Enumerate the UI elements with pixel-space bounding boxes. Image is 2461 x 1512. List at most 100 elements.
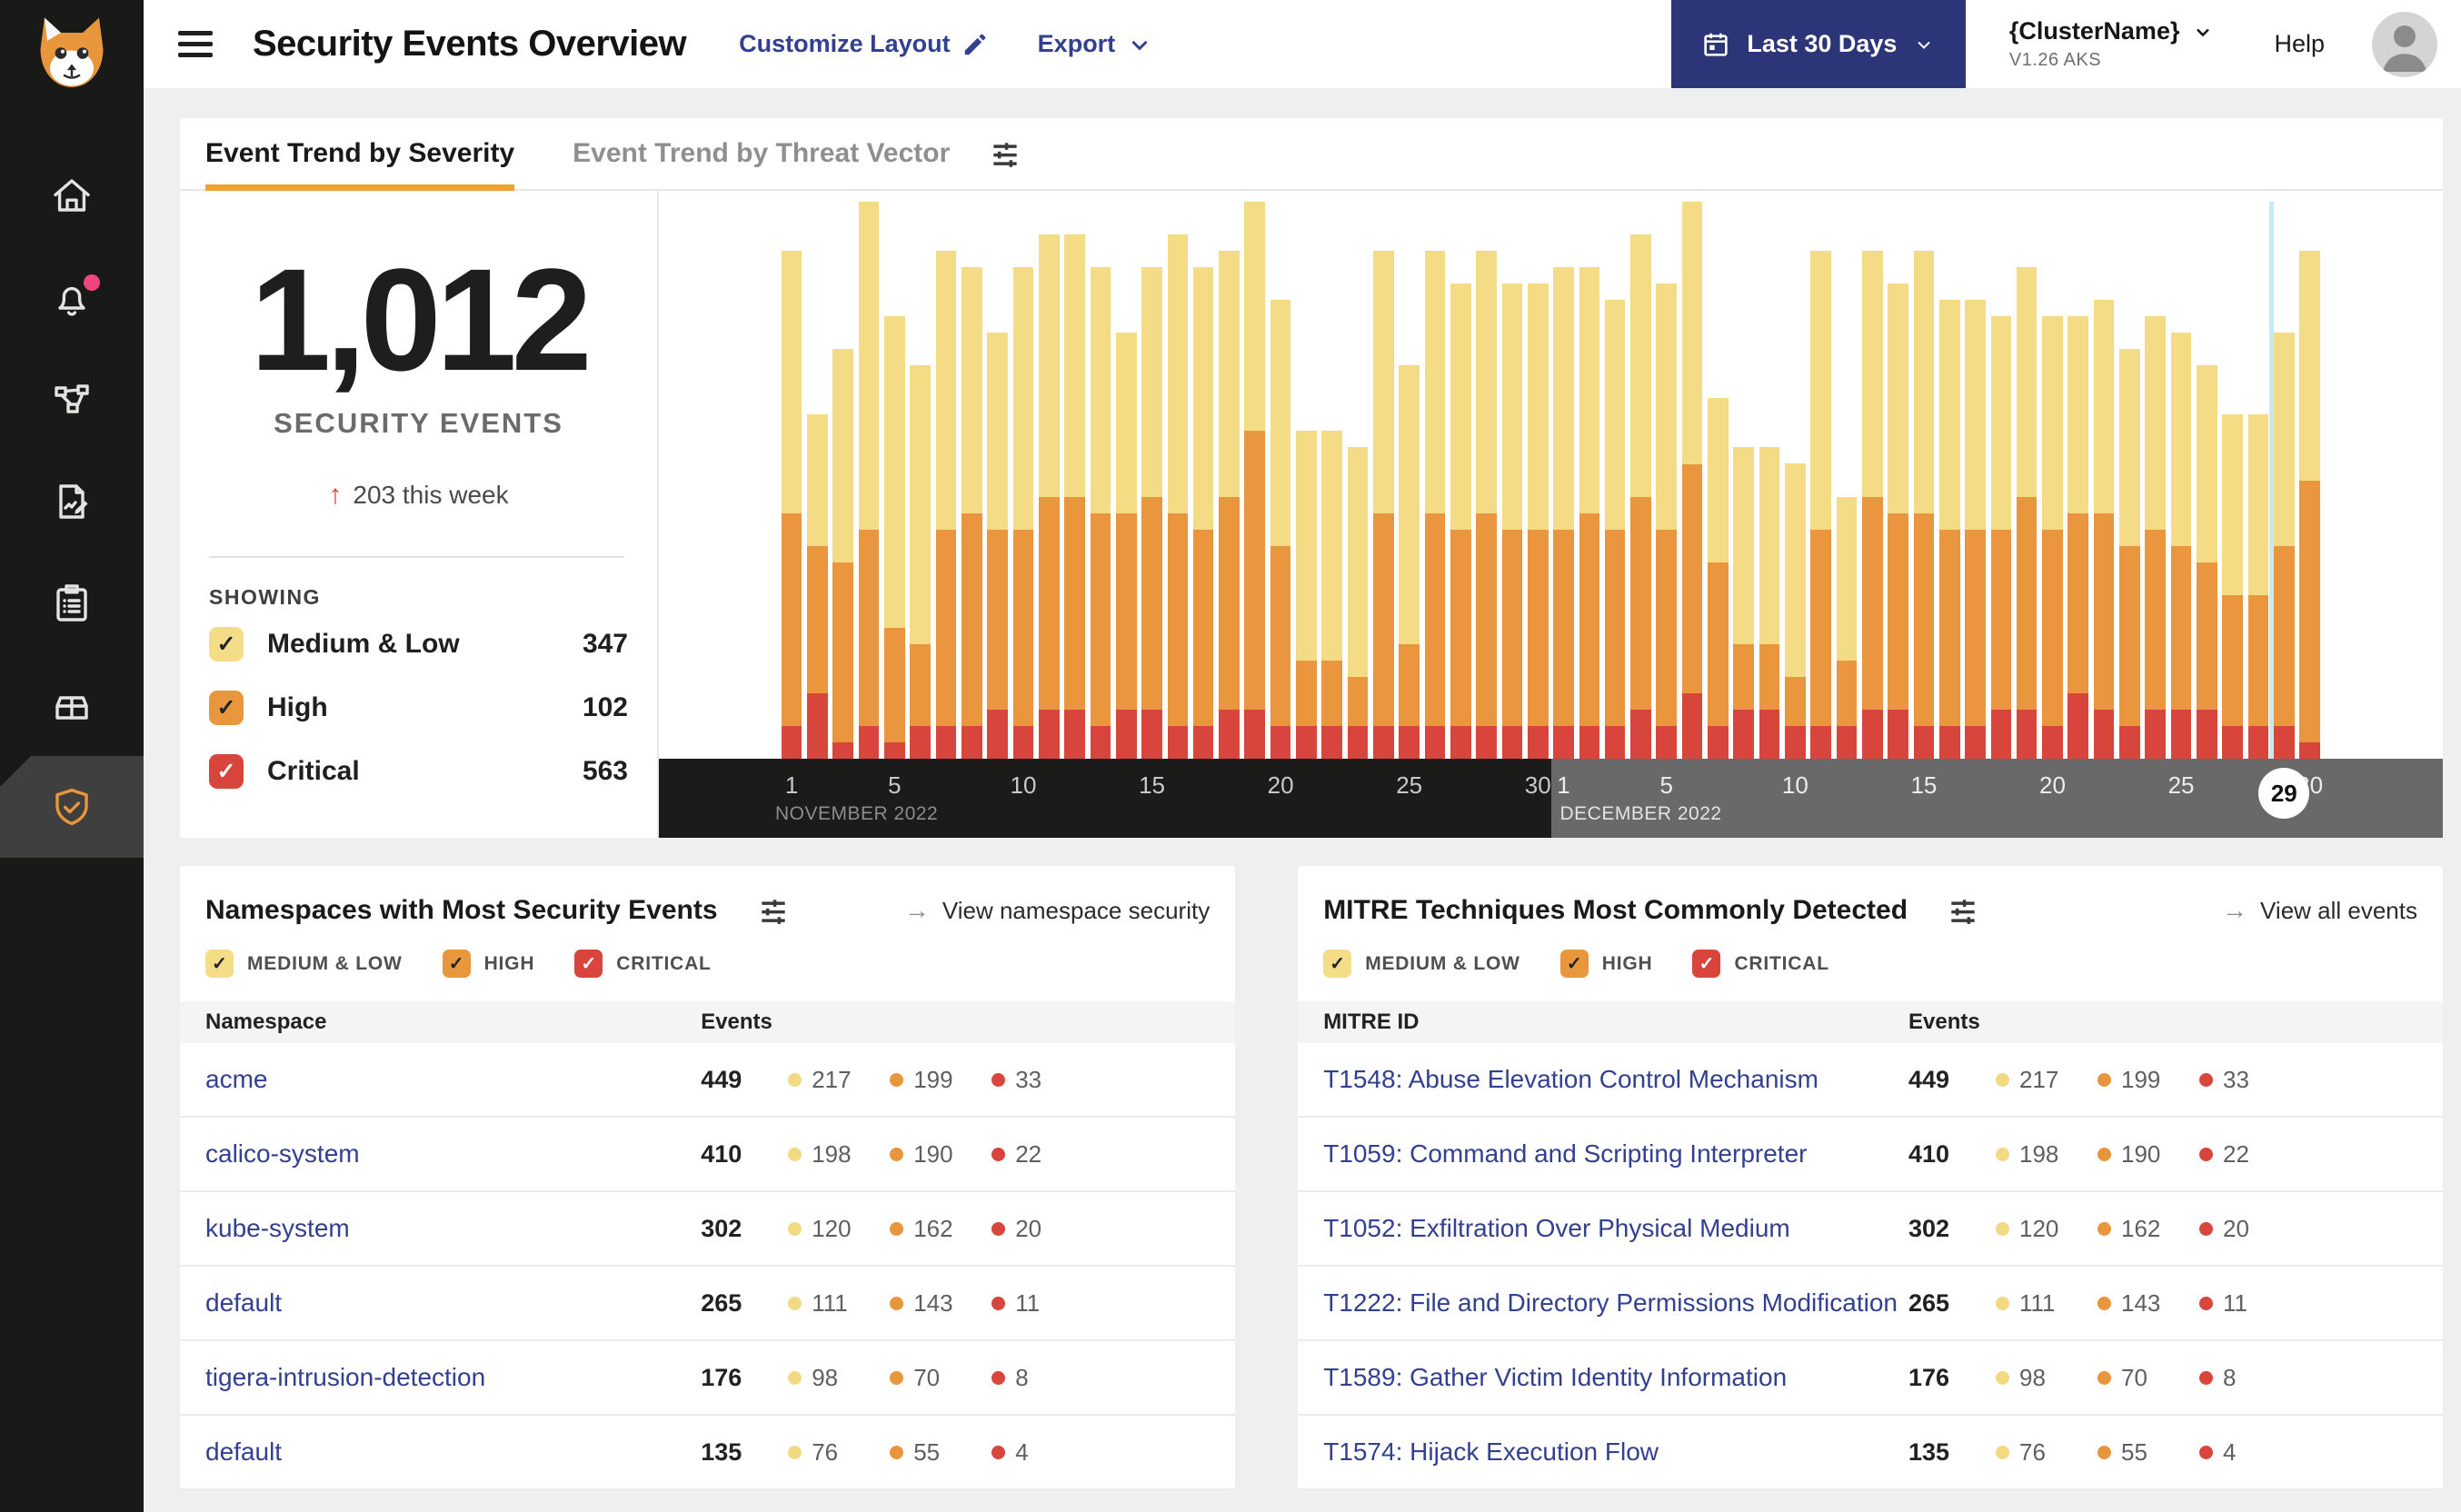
severity-chip[interactable]: ✓ HIGH [442,950,535,978]
chart-bar[interactable] [2066,202,2091,759]
chart-bar[interactable] [1422,202,1448,759]
chart-bar[interactable] [1834,202,1859,759]
sidebar-item-logs[interactable] [0,552,144,654]
severity-checkbox[interactable]: ✓ [209,691,244,725]
chart-bar[interactable] [2014,202,2039,759]
chart-bar[interactable] [1345,202,1370,759]
row-link[interactable]: acme [205,1065,701,1094]
chart-bar[interactable] [1113,202,1139,759]
chart-bar[interactable] [1500,202,1525,759]
chart-bar[interactable] [1216,202,1241,759]
severity-chip-checkbox[interactable]: ✓ [1323,950,1352,978]
chart-bar[interactable] [1731,202,1757,759]
row-link[interactable]: tigera-intrusion-detection [205,1363,701,1392]
row-link[interactable]: default [205,1437,701,1467]
help-link[interactable]: Help [2274,30,2325,58]
tab-event-trend-by-threat-vector[interactable]: Event Trend by Threat Vector [573,118,950,189]
severity-chip[interactable]: ✓ CRITICAL [1692,950,1828,978]
chart-bar[interactable] [1370,202,1396,759]
chart-bar[interactable] [2117,202,2142,759]
filter-sliders-icon[interactable] [756,893,791,928]
chart-bar[interactable] [1782,202,1808,759]
chart-bar[interactable] [1988,202,2014,759]
chart-bar[interactable] [1757,202,1782,759]
chart-bar[interactable] [1550,202,1576,759]
view-all-events-link[interactable]: → View all events [2222,896,2417,925]
chart-bar[interactable] [2271,202,2297,759]
date-range-button[interactable]: Last 30 Days [1670,0,1966,88]
chart-bar[interactable] [985,202,1011,759]
row-link[interactable]: T1589: Gather Victim Identity Informatio… [1323,1363,1908,1392]
chart-bar[interactable] [856,201,882,759]
chart-bar[interactable] [1962,202,1988,759]
export-button[interactable]: Export [1038,30,1154,58]
chart-bar[interactable] [1602,202,1628,759]
severity-chip[interactable]: ✓ MEDIUM & LOW [1323,950,1520,978]
cluster-selector[interactable]: {ClusterName} V1.26 AKS [2009,17,2215,71]
chart-bar[interactable] [1293,202,1319,759]
chart-bar[interactable] [1088,202,1113,759]
severity-chip[interactable]: ✓ CRITICAL [574,950,711,978]
row-link[interactable]: T1548: Abuse Elevation Control Mechanism [1323,1065,1908,1094]
tab-event-trend-by-severity[interactable]: Event Trend by Severity [205,118,515,191]
severity-chip-checkbox[interactable]: ✓ [1692,950,1721,978]
chart-bar[interactable] [1859,202,1885,759]
chart-bar[interactable] [1705,202,1730,759]
row-link[interactable]: T1222: File and Directory Permissions Mo… [1323,1288,1908,1318]
chart-bar[interactable] [1628,202,1653,759]
chart-bar[interactable] [1525,202,1550,759]
menu-toggle-icon[interactable] [178,25,213,64]
severity-chip-checkbox[interactable]: ✓ [442,950,471,978]
chart-bar[interactable] [2220,202,2246,759]
chart-bar[interactable] [882,202,907,759]
row-link[interactable]: default [205,1288,701,1318]
sidebar-item-policies[interactable] [0,451,144,552]
row-link[interactable]: T1574: Hijack Execution Flow [1323,1437,1908,1467]
view-namespace-security-link[interactable]: → View namespace security [904,896,1210,925]
chart-bar[interactable] [1165,202,1191,759]
customize-layout-link[interactable]: Customize Layout [739,30,989,58]
row-link[interactable]: T1052: Exfiltration Over Physical Medium [1323,1214,1908,1243]
chart-bar[interactable] [1577,202,1602,759]
sidebar-item-service-graph[interactable] [0,349,144,451]
chart-bar[interactable] [2143,202,2168,759]
chart-bar[interactable] [1191,202,1216,759]
user-avatar[interactable] [2372,11,2437,77]
chart-bar[interactable] [1885,202,1910,759]
filter-sliders-icon[interactable] [988,136,1022,171]
chart-bar[interactable] [1011,202,1036,759]
chart-bar[interactable] [1061,202,1087,759]
sidebar-item-alerts[interactable] [0,247,144,349]
chart-bar[interactable] [804,202,830,759]
sidebar-item-threat-defense[interactable] [0,756,144,858]
row-link[interactable]: kube-system [205,1214,701,1243]
severity-checkbox[interactable]: ✓ [209,754,244,789]
chart-bar[interactable] [2297,202,2322,759]
chart-bar[interactable] [1473,202,1499,759]
chart-bar[interactable] [1268,202,1293,759]
chart-bar[interactable] [959,202,984,759]
sidebar-item-home[interactable] [0,145,144,247]
severity-chip-checkbox[interactable]: ✓ [574,950,603,978]
chart-bar[interactable] [2039,202,2065,759]
chart-bar[interactable] [908,202,933,759]
chart-bar[interactable] [831,202,856,759]
filter-sliders-icon[interactable] [1946,893,1980,928]
chart-bar[interactable] [1654,202,1679,759]
chart-bar[interactable] [1242,202,1268,759]
chart-bar[interactable] [1679,202,1705,759]
chart-bar[interactable] [1911,202,1937,759]
row-link[interactable]: calico-system [205,1139,701,1169]
severity-chip-checkbox[interactable]: ✓ [1559,950,1589,978]
severity-checkbox[interactable]: ✓ [209,627,244,662]
severity-chip[interactable]: ✓ MEDIUM & LOW [205,950,403,978]
chart-bar[interactable] [1808,202,1834,759]
current-day-marker[interactable]: 29 [2258,768,2310,819]
sidebar-item-manage[interactable] [0,654,144,756]
chart-bar[interactable] [1320,202,1345,759]
chart-bar[interactable] [779,202,804,759]
chart-bar[interactable] [1139,202,1164,759]
chart-bar[interactable] [933,202,959,759]
severity-chip-checkbox[interactable]: ✓ [205,950,234,978]
chart-bar[interactable] [2246,202,2271,759]
